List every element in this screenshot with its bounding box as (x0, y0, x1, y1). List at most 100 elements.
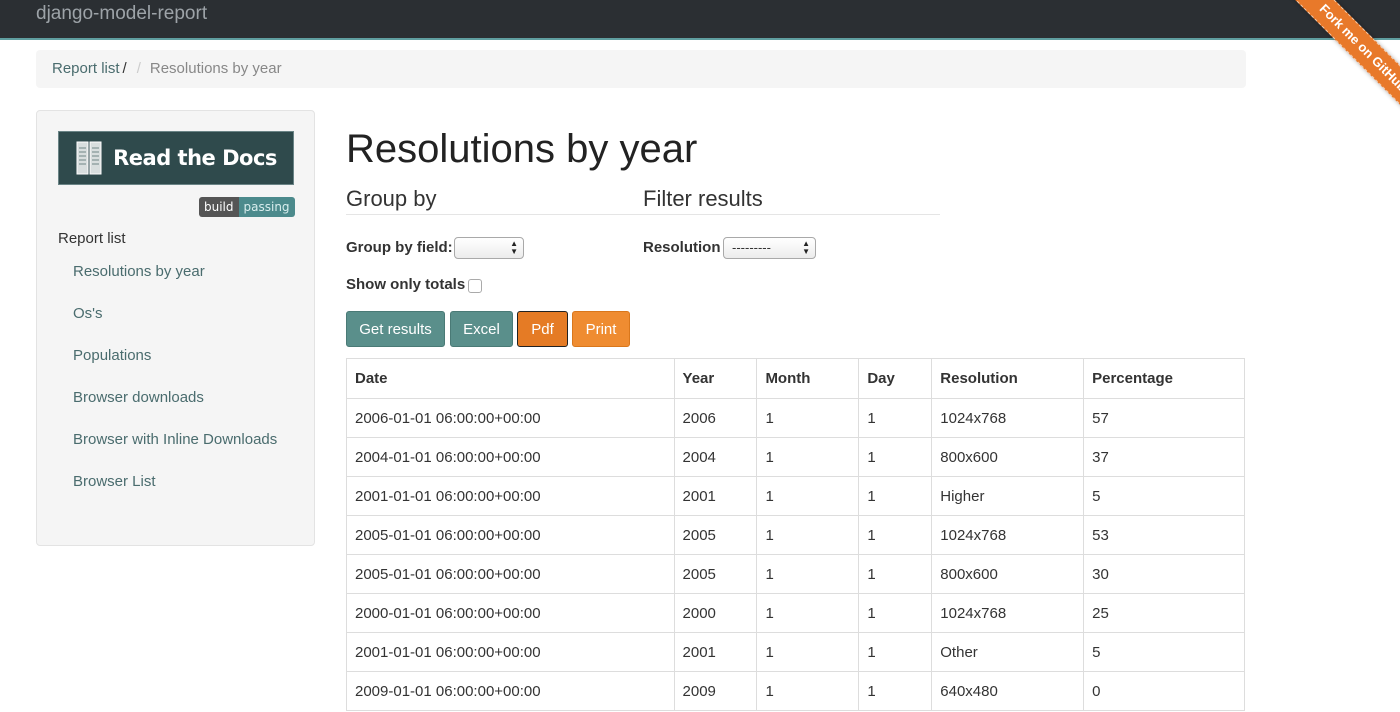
table-row: 2005-01-01 06:00:00+00:00 2005 1 1 1024x… (346, 515, 1245, 555)
cell-day: 1 (858, 515, 933, 555)
cell-day: 1 (858, 671, 933, 711)
pdf-button[interactable]: Pdf (517, 311, 568, 347)
top-navbar: django-model-report (0, 0, 1400, 40)
cell-resolution: 800x600 (931, 437, 1085, 477)
cell-day: 1 (858, 593, 933, 633)
select-arrows-icon: ▲ ▼ (802, 239, 810, 256)
resolution-select[interactable]: --------- ▲ ▼ (723, 237, 816, 259)
badge-build-label: build (199, 197, 239, 217)
fork-ribbon: Fork me on GitHub (1250, 0, 1400, 150)
filter-results-heading: Filter results (643, 186, 763, 211)
badge-status-label: passing (238, 197, 295, 217)
cell-year: 2005 (673, 515, 758, 555)
cell-year: 2005 (673, 554, 758, 594)
sidebar: Read the Docs build passing Report list … (36, 110, 315, 546)
cell-resolution: 1024x768 (931, 398, 1085, 438)
table-row: 2004-01-01 06:00:00+00:00 2004 1 1 800x6… (346, 437, 1245, 477)
print-button[interactable]: Print (572, 311, 630, 347)
group-by-field-select[interactable]: ▲ ▼ (454, 237, 524, 259)
sidebar-item-browser-downloads[interactable]: Browser downloads (73, 387, 293, 408)
sidebar-item-browser-inline-downloads[interactable]: Browser with Inline Downloads (73, 429, 293, 450)
cell-percentage: 0 (1083, 671, 1245, 711)
show-only-totals-label: Show only totals (346, 276, 466, 293)
select-arrows-icon: ▲ ▼ (510, 239, 518, 256)
cell-percentage: 57 (1083, 398, 1245, 438)
cell-date: 2009-01-01 06:00:00+00:00 (346, 671, 675, 711)
cell-percentage: 53 (1083, 515, 1245, 555)
table-row: 2006-01-01 06:00:00+00:00 2006 1 1 1024x… (346, 398, 1245, 438)
cell-date: 2006-01-01 06:00:00+00:00 (346, 398, 675, 438)
cell-year: 2006 (673, 398, 758, 438)
cell-year: 2004 (673, 437, 758, 477)
group-by-heading: Group by (346, 186, 437, 211)
fork-on-github-link[interactable]: Fork me on GitHub (1271, 0, 1400, 140)
page-title: Resolutions by year (346, 127, 698, 171)
column-header-percentage: Percentage (1083, 358, 1245, 399)
table-row: 2001-01-01 06:00:00+00:00 2001 1 1 Highe… (346, 476, 1245, 516)
cell-resolution: 640x480 (931, 671, 1085, 711)
column-header-year: Year (673, 358, 758, 399)
cell-percentage: 5 (1083, 476, 1245, 516)
show-only-totals-checkbox[interactable] (468, 279, 482, 293)
resolution-label: Resolution (643, 239, 721, 256)
breadcrumb-current: Resolutions by year (149, 60, 282, 77)
book-icon (76, 141, 102, 175)
read-the-docs-banner[interactable]: Read the Docs (58, 131, 294, 185)
cell-year: 2001 (673, 632, 758, 672)
cell-month: 1 (756, 593, 860, 633)
table-header-row: Date Year Month Day Resolution Percentag… (346, 358, 1245, 399)
results-table: Date Year Month Day Resolution Percentag… (346, 358, 1245, 711)
table-row: 2009-01-01 06:00:00+00:00 2009 1 1 640x4… (346, 671, 1245, 711)
cell-date: 2005-01-01 06:00:00+00:00 (346, 554, 675, 594)
sidebar-header: Report list (58, 230, 126, 247)
cell-month: 1 (756, 398, 860, 438)
cell-day: 1 (858, 554, 933, 594)
column-header-month: Month (756, 358, 860, 399)
table-row: 2000-01-01 06:00:00+00:00 2000 1 1 1024x… (346, 593, 1245, 633)
cell-date: 2004-01-01 06:00:00+00:00 (346, 437, 675, 477)
cell-year: 2001 (673, 476, 758, 516)
cell-year: 2009 (673, 671, 758, 711)
excel-button[interactable]: Excel (450, 311, 513, 347)
cell-percentage: 37 (1083, 437, 1245, 477)
cell-date: 2005-01-01 06:00:00+00:00 (346, 515, 675, 555)
sidebar-item-oss[interactable]: Os's (73, 303, 293, 324)
cell-resolution: Other (931, 632, 1085, 672)
cell-month: 1 (756, 632, 860, 672)
cell-month: 1 (756, 515, 860, 555)
cell-date: 2000-01-01 06:00:00+00:00 (346, 593, 675, 633)
brand-link[interactable]: django-model-report (36, 3, 207, 25)
sidebar-list: Resolutions by year Os's Populations Bro… (73, 261, 293, 513)
build-status-badge[interactable]: build passing (199, 197, 295, 217)
cell-month: 1 (756, 554, 860, 594)
cell-percentage: 5 (1083, 632, 1245, 672)
breadcrumb: Report list / / Resolutions by year (36, 50, 1246, 88)
breadcrumb-slash: / (122, 60, 127, 77)
cell-percentage: 25 (1083, 593, 1245, 633)
cell-resolution: 1024x768 (931, 593, 1085, 633)
cell-month: 1 (756, 476, 860, 516)
cell-year: 2000 (673, 593, 758, 633)
cell-percentage: 30 (1083, 554, 1245, 594)
column-header-resolution: Resolution (931, 358, 1085, 399)
sidebar-item-browser-list[interactable]: Browser List (73, 471, 293, 492)
sidebar-item-resolutions-by-year[interactable]: Resolutions by year (73, 261, 293, 282)
breadcrumb-divider: / (136, 60, 141, 77)
table-row: 2005-01-01 06:00:00+00:00 2005 1 1 800x6… (346, 554, 1245, 594)
cell-resolution: 1024x768 (931, 515, 1085, 555)
cell-date: 2001-01-01 06:00:00+00:00 (346, 476, 675, 516)
cell-resolution: 800x600 (931, 554, 1085, 594)
cell-resolution: Higher (931, 476, 1085, 516)
get-results-button[interactable]: Get results (346, 311, 445, 347)
cell-day: 1 (858, 632, 933, 672)
cell-day: 1 (858, 398, 933, 438)
cell-date: 2001-01-01 06:00:00+00:00 (346, 632, 675, 672)
cell-month: 1 (756, 671, 860, 711)
cell-day: 1 (858, 437, 933, 477)
section-divider (346, 214, 940, 215)
sidebar-item-populations[interactable]: Populations (73, 345, 293, 366)
group-by-field-label: Group by field: (346, 239, 453, 256)
column-header-date: Date (346, 358, 675, 399)
column-header-day: Day (858, 358, 933, 399)
breadcrumb-report-list[interactable]: Report list (52, 60, 120, 77)
